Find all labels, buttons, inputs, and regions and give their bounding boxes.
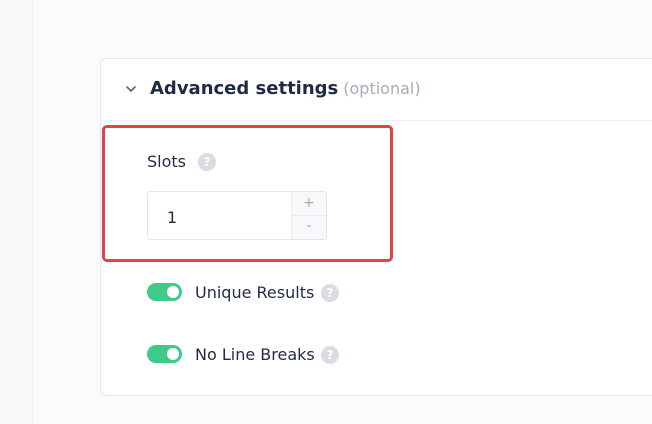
left-sidebar-strip: [0, 0, 33, 424]
no-line-breaks-label: No Line Breaks: [195, 345, 315, 364]
slots-help-icon[interactable]: ?: [198, 153, 216, 171]
slots-increment-button[interactable]: +: [292, 192, 326, 216]
slots-stepper: + -: [291, 192, 326, 239]
toggle-knob: [167, 348, 179, 360]
advanced-settings-title: Advanced settings (optional): [150, 78, 421, 99]
slots-number-input[interactable]: 1 + -: [147, 191, 327, 240]
slots-label: Slots: [147, 152, 186, 171]
advanced-settings-title-text: Advanced settings: [150, 78, 339, 99]
slots-decrement-button[interactable]: -: [292, 215, 326, 238]
advanced-settings-header[interactable]: Advanced settings (optional): [101, 59, 652, 121]
unique-results-label: Unique Results: [195, 283, 315, 302]
optional-hint: (optional): [343, 79, 421, 98]
no-line-breaks-help-icon[interactable]: ?: [321, 346, 339, 364]
toggle-knob: [167, 286, 179, 298]
unique-results-toggle[interactable]: [147, 283, 182, 301]
chevron-down-icon[interactable]: [126, 84, 136, 94]
no-line-breaks-toggle[interactable]: [147, 345, 182, 363]
slots-value[interactable]: 1: [167, 208, 177, 227]
unique-results-help-icon[interactable]: ?: [321, 284, 339, 302]
